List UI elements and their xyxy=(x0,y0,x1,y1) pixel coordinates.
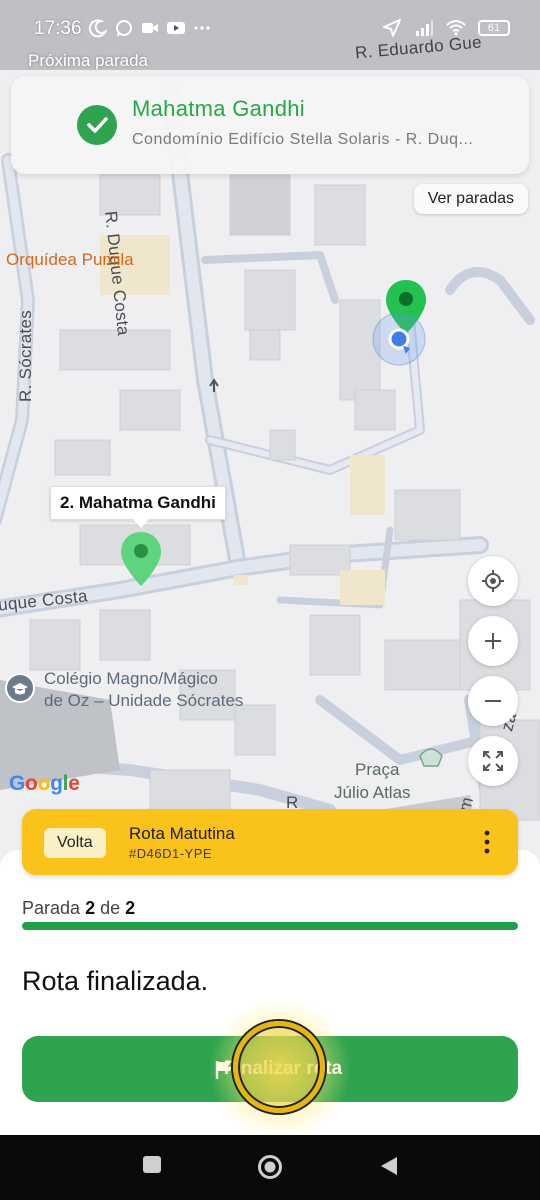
recents-square-icon[interactable] xyxy=(142,1153,162,1175)
stop-marker-icon[interactable] xyxy=(118,530,164,590)
street-label-socrates: R. Sócrates xyxy=(16,309,35,402)
stop-progress-fill xyxy=(22,922,518,930)
moon-icon xyxy=(88,19,108,38)
video-call-icon xyxy=(142,23,158,33)
home-circle-icon[interactable] xyxy=(257,1154,283,1180)
route-status-title: Rota finalizada. xyxy=(22,966,209,996)
poi-praca-line1: Praça xyxy=(355,760,400,779)
poi-praca-line2: Júlio Atlas xyxy=(334,783,411,802)
current-location-icon xyxy=(372,312,426,366)
route-direction-badge: Volta xyxy=(44,828,106,858)
next-stop-card[interactable]: Mahatma Gandhi Condomínio Edifício Stell… xyxy=(11,76,529,174)
poi-colegio-line1: Colégio Magno/Mágico xyxy=(44,669,218,688)
back-triangle-icon[interactable] xyxy=(378,1155,400,1177)
youtube-icon xyxy=(167,22,185,34)
more-dots-icon xyxy=(194,26,210,30)
zoom-in-button[interactable] xyxy=(468,616,518,666)
location-arrow-icon xyxy=(383,19,401,37)
crosshair-icon xyxy=(482,570,504,592)
park-icon xyxy=(419,748,443,767)
fullscreen-button[interactable] xyxy=(468,736,518,786)
stop-progress-bar xyxy=(22,922,518,930)
minus-icon xyxy=(485,700,501,702)
battery-icon: 61 xyxy=(478,20,510,36)
marker-tooltip[interactable]: 2. Mahatma Gandhi xyxy=(50,486,226,528)
next-stop-address: Condomínio Edifício Stella Solaris - R. … xyxy=(132,131,474,148)
system-nav-bar xyxy=(0,1135,540,1200)
stop-progress-text: Parada 2 de 2 xyxy=(22,898,136,918)
school-icon xyxy=(5,673,35,703)
plus-icon xyxy=(485,633,501,649)
status-bar: 17:36 61 xyxy=(0,0,540,48)
signal-icon xyxy=(416,20,433,36)
my-location-button[interactable] xyxy=(468,556,518,606)
poi-orquidea[interactable]: Orquídea Pumila xyxy=(6,250,134,270)
route-code: #D46D1-YPE xyxy=(129,846,213,861)
finish-route-label: Finalizar rota xyxy=(223,1058,343,1079)
google-logo: Google xyxy=(9,772,80,795)
next-stop-label: Próxima parada xyxy=(28,51,149,70)
zoom-out-button[interactable] xyxy=(468,676,518,726)
route-card[interactable]: Volta Rota Matutina #D46D1-YPE xyxy=(22,809,518,875)
more-vertical-icon[interactable] xyxy=(482,829,492,855)
route-name: Rota Matutina xyxy=(129,824,235,843)
wifi-icon xyxy=(446,20,466,36)
whatsapp-icon xyxy=(116,20,132,37)
next-stop-title: Mahatma Gandhi xyxy=(132,96,305,121)
status-time: 17:36 xyxy=(34,18,82,39)
poi-colegio-line2: de Oz – Unidade Sócrates xyxy=(44,691,244,710)
expand-icon xyxy=(483,751,503,771)
check-circle-icon xyxy=(77,105,117,145)
finish-route-button[interactable]: Finalizar rota xyxy=(22,1036,518,1102)
view-stops-button[interactable]: Ver paradas xyxy=(413,184,528,214)
